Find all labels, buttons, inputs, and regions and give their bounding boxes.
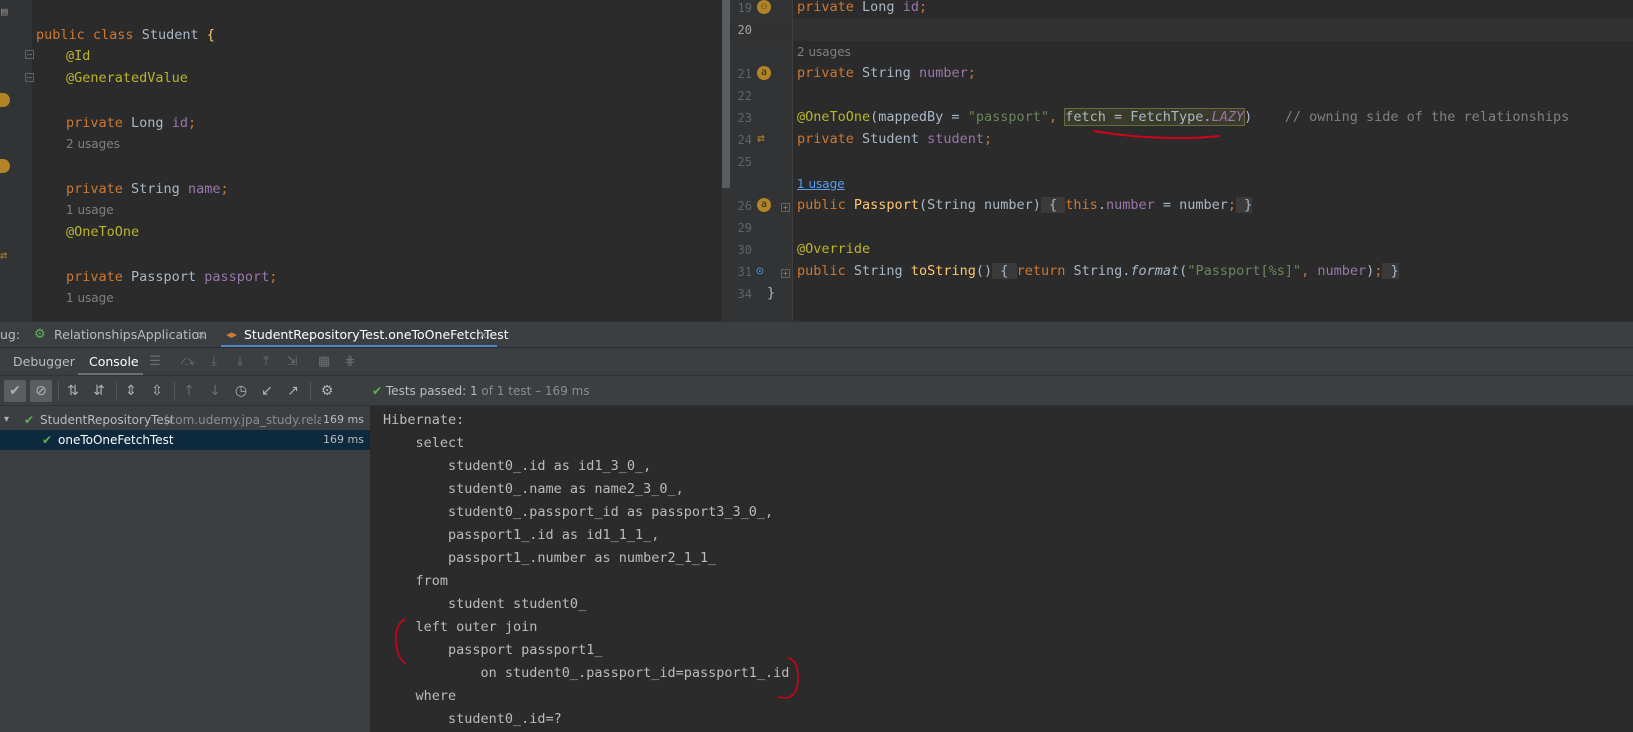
force-step-into-icon[interactable]: ⤓ <box>232 354 248 370</box>
usages-hint[interactable]: 1 usage <box>66 287 114 310</box>
keyword: private <box>66 115 123 131</box>
tab-debugger[interactable]: Debugger <box>13 348 75 376</box>
usages-hint[interactable]: 2 usages <box>66 133 120 156</box>
check-icon: ✔ <box>24 413 35 427</box>
debug-tabs-bar: ug: ⚙ RelationshipsApplication × ◂▸ Stud… <box>0 321 1633 348</box>
field: id <box>171 115 188 131</box>
show-passed-icon[interactable]: ✔ <box>4 380 26 402</box>
debug-subtabs: Debugger Console ☰ ⤼ ⤓ ⤓ ⤒ ⇲ ▦ ⋕ <box>0 347 1633 376</box>
brace: { <box>206 27 215 43</box>
right-editor[interactable]: 19 20 21 22 23 24 25 26 29 30 31 34 ⚇ a … <box>730 0 1633 321</box>
semicolon: ; <box>220 181 229 197</box>
menu-icon[interactable]: ☰ <box>147 354 163 370</box>
tests-time: – 169 ms <box>535 384 590 398</box>
history-icon[interactable]: ◷ <box>230 380 252 402</box>
field: name <box>187 181 221 197</box>
test-duration: 169 ms <box>321 410 364 430</box>
next-test-icon[interactable]: ↓ <box>204 380 226 402</box>
chevron-down-icon[interactable]: ▾ <box>4 410 9 430</box>
tests-passed-status: ✔ Tests passed: 1 of 1 test – 169 ms <box>372 376 590 407</box>
scrollbar-thumb[interactable] <box>722 0 730 188</box>
tab-console[interactable]: Console <box>89 348 139 376</box>
sort-duration-icon[interactable]: ⇵ <box>88 380 110 402</box>
semicolon: ; <box>269 269 278 285</box>
tests-passed-label: Tests passed: <box>385 384 467 398</box>
keyword: private <box>66 269 123 285</box>
type: Long <box>131 115 164 131</box>
spring-run-icon: ⚙ <box>34 327 46 342</box>
settings-gear-icon[interactable]: ⚙ <box>316 380 338 402</box>
annotation-one-to-one: @OneToOne <box>66 224 140 240</box>
tree-row[interactable]: ✔ oneToOneFetchTest 169 ms <box>0 430 370 450</box>
test-class-name: StudentRepositoryTest <box>40 413 175 427</box>
step-out-icon[interactable]: ⤒ <box>258 354 274 370</box>
keyword: private <box>66 181 123 197</box>
annotation-generated-value: @GeneratedValue <box>66 70 188 86</box>
keyword: public class <box>36 27 134 43</box>
trace-icon[interactable]: ⋕ <box>342 354 358 370</box>
check-icon: ✔ <box>42 433 53 447</box>
export-icon[interactable]: ↗ <box>282 380 304 402</box>
red-bracket-annotations <box>395 618 799 699</box>
semicolon: ; <box>187 115 197 131</box>
left-editor[interactable]: ▤ – – ⇄ public class Student { @Id @Gene… <box>0 0 722 321</box>
tests-total: of 1 test <box>481 384 532 398</box>
test-duration: 169 ms <box>323 433 364 446</box>
sort-alpha-icon[interactable]: ⇅ <box>62 380 84 402</box>
test-tree: ▾ ✔ StudentRepositoryTest (com.udemy.jpa… <box>0 406 370 732</box>
field: passport <box>204 269 270 285</box>
collapse-all-icon[interactable]: ⇳ <box>146 380 168 402</box>
annotation-id: @Id <box>66 48 91 64</box>
test-package: (com.udemy.jpa_study.relation <box>164 413 348 427</box>
debug-label: ug: <box>0 327 21 342</box>
previous-test-icon[interactable]: ↑ <box>178 380 200 402</box>
class-name: Student <box>141 27 199 43</box>
test-method-name: oneToOneFetchTest <box>58 433 174 447</box>
import-tests-icon[interactable]: ↙ <box>256 380 278 402</box>
check-icon: ✔ <box>372 384 383 398</box>
evaluate-icon[interactable]: ▦ <box>316 354 332 370</box>
tree-row[interactable]: ▾ ✔ StudentRepositoryTest (com.udemy.jpa… <box>0 410 370 430</box>
close-icon[interactable]: × <box>196 322 206 348</box>
tab-relationships-application[interactable]: RelationshipsApplication <box>54 322 207 348</box>
type: String <box>131 181 180 197</box>
step-over-icon[interactable]: ⤼ <box>180 354 196 370</box>
console-output[interactable]: Hibernate: select student0_.id as id1_3_… <box>370 406 1633 732</box>
tests-passed-count: 1 <box>469 384 478 398</box>
type: Passport <box>131 269 197 285</box>
test-toolbar: ✔ ⊘ ⇅ ⇵ ⇕ ⇳ ↑ ↓ ◷ ↙ ↗ ⚙ ✔ Tests passed: … <box>0 375 1633 406</box>
step-into-icon[interactable]: ⤓ <box>206 354 222 370</box>
show-ignored-icon[interactable]: ⊘ <box>30 380 52 402</box>
red-underline-annotation <box>1093 130 1221 140</box>
usages-hint[interactable]: 1 usage <box>66 199 114 222</box>
run-to-cursor-icon[interactable]: ⇲ <box>284 354 300 370</box>
expand-all-icon[interactable]: ⇕ <box>120 380 142 402</box>
